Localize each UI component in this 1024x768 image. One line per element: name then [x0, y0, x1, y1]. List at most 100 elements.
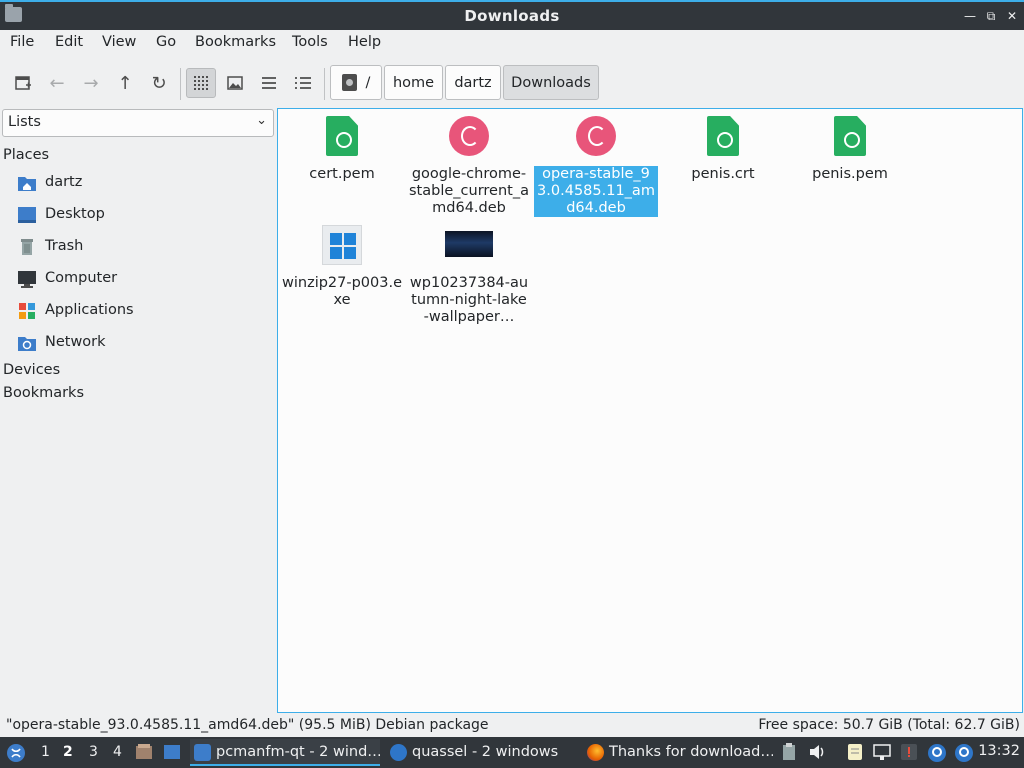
menu-file[interactable]: File — [10, 34, 34, 50]
selection-info: "opera-stable_93.0.4585.11_amd64.deb" (9… — [6, 717, 489, 733]
icon-view-icon[interactable] — [186, 68, 216, 98]
desktop-icon — [17, 206, 37, 224]
folder-icon — [194, 744, 211, 761]
file-item-winzip-exe[interactable]: winzip27-p003.exe — [280, 225, 404, 309]
close-icon[interactable]: ✕ — [1004, 8, 1020, 24]
trash-icon — [17, 238, 37, 256]
menu-bar: File Edit View Go Bookmarks Tools Help — [0, 30, 1024, 56]
volume-icon[interactable] — [808, 743, 826, 761]
computer-icon — [17, 270, 37, 288]
window-title: Downloads — [464, 7, 560, 25]
file-item-opera-deb[interactable]: opera-stable_93.0.4585.11_amd64.deb — [534, 116, 658, 217]
file-name: google-chrome-stable_current_amd64.deb — [409, 166, 529, 216]
desktop-switch-2[interactable]: 2 — [63, 744, 73, 760]
file-view[interactable]: cert.pem google-chrome-stable_current_am… — [277, 108, 1023, 713]
task-label: Thanks for download… — [609, 744, 773, 760]
sidebar-item-trash[interactable]: Trash — [14, 234, 269, 262]
file-item-google-chrome-deb[interactable]: google-chrome-stable_current_amd64.deb — [407, 116, 531, 217]
home-folder-icon — [17, 174, 37, 192]
bookmarks-heading[interactable]: Bookmarks — [3, 385, 84, 401]
file-name: cert.pem — [309, 166, 375, 182]
task-firefox[interactable]: Thanks for download… — [583, 739, 773, 766]
maximize-icon[interactable]: ⧉ — [983, 8, 999, 24]
places-heading[interactable]: Places — [3, 147, 49, 163]
menu-help[interactable]: Help — [348, 34, 381, 50]
sidebar-view-select[interactable]: Lists ⌄ — [2, 109, 274, 137]
breadcrumb-root-label: / — [365, 74, 371, 91]
menu-bookmarks[interactable]: Bookmarks — [195, 34, 276, 50]
file-name: penis.pem — [812, 166, 888, 182]
sidebar-item-label: Network — [45, 334, 106, 350]
toolbar-separator — [180, 68, 181, 100]
back-arrow-icon[interactable]: ← — [42, 68, 72, 98]
file-name: penis.crt — [691, 166, 755, 182]
certificate-file-icon — [703, 116, 743, 160]
sidebar-item-label: Desktop — [45, 206, 105, 222]
file-manager-launcher-icon[interactable] — [135, 743, 153, 761]
sidebar-item-network[interactable]: Network — [14, 330, 269, 358]
sidebar-item-label: Trash — [45, 238, 84, 254]
sidebar-item-computer[interactable]: Computer — [14, 266, 269, 294]
task-pcmanfm[interactable]: pcmanfm-qt - 2 wind… — [190, 739, 380, 766]
sidebar-item-label: dartz — [45, 174, 83, 190]
new-tab-icon[interactable] — [8, 68, 38, 98]
image-thumbnail — [445, 225, 493, 269]
applications-icon — [17, 302, 37, 320]
desktop-switch-1[interactable]: 1 — [41, 744, 50, 760]
show-desktop-icon[interactable] — [163, 743, 181, 761]
detailed-list-view-icon[interactable] — [288, 68, 318, 98]
file-item-cert-pem[interactable]: cert.pem — [280, 116, 404, 183]
forward-arrow-icon[interactable]: → — [76, 68, 106, 98]
firefox-icon — [587, 744, 604, 761]
file-item-penis-pem[interactable]: penis.pem — [788, 116, 912, 183]
clock[interactable]: 13:32 — [978, 743, 1020, 759]
drive-icon — [341, 74, 357, 91]
sidebar-view-select-value: Lists — [8, 114, 41, 130]
notes-icon[interactable] — [847, 743, 865, 761]
updates-icon[interactable] — [900, 743, 918, 761]
breadcrumb-root[interactable]: / — [330, 65, 382, 100]
sidebar-item-applications[interactable]: Applications — [14, 298, 269, 326]
taskbar: 1 2 3 4 pcmanfm-qt - 2 wind… quassel - 2… — [0, 737, 1024, 768]
task-quassel[interactable]: quassel - 2 windows — [386, 739, 574, 766]
sidebar-item-label: Computer — [45, 270, 118, 286]
quassel-tray-icon[interactable] — [927, 743, 946, 762]
clipboard-icon[interactable] — [781, 743, 799, 761]
reload-icon[interactable]: ↻ — [144, 68, 174, 98]
toolbar: ← → ↑ ↻ / home dartz Downloads — [0, 60, 1024, 106]
sidebar-item-dartz[interactable]: dartz — [14, 170, 269, 198]
menu-tools[interactable]: Tools — [292, 34, 328, 50]
desktop-switch-3[interactable]: 3 — [89, 744, 98, 760]
breadcrumb-dartz[interactable]: dartz — [445, 65, 501, 100]
up-arrow-icon[interactable]: ↑ — [110, 68, 140, 98]
devices-heading[interactable]: Devices — [3, 362, 60, 378]
quassel-client-tray-icon[interactable] — [954, 743, 973, 762]
compact-view-icon[interactable] — [254, 68, 284, 98]
minimize-icon[interactable]: — — [962, 8, 978, 24]
quassel-icon — [390, 744, 407, 761]
windows-exe-icon — [322, 225, 362, 269]
task-label: pcmanfm-qt - 2 wind… — [216, 744, 380, 760]
sidebar-item-desktop[interactable]: Desktop — [14, 202, 269, 230]
task-label: quassel - 2 windows — [412, 744, 559, 760]
file-name: opera-stable_93.0.4585.11_amd64.deb — [534, 166, 658, 217]
certificate-file-icon — [830, 116, 870, 160]
file-item-wallpaper-image[interactable]: wp10237384-autumn-night-lake-wallpaper… — [407, 225, 531, 326]
menu-view[interactable]: View — [102, 34, 136, 50]
thumbnail-view-icon[interactable] — [220, 68, 250, 98]
menu-go[interactable]: Go — [156, 34, 176, 50]
start-menu-icon[interactable] — [6, 743, 25, 762]
breadcrumb-downloads[interactable]: Downloads — [503, 65, 599, 100]
network-icon — [17, 334, 37, 352]
desktop-switch-4[interactable]: 4 — [113, 744, 122, 760]
title-bar: Downloads — ⧉ ✕ — [0, 0, 1024, 30]
debian-package-icon — [449, 116, 489, 160]
network-status-icon[interactable] — [873, 743, 891, 761]
breadcrumb-home[interactable]: home — [384, 65, 443, 100]
file-name: winzip27-p003.exe — [282, 275, 403, 308]
menu-edit[interactable]: Edit — [55, 34, 83, 50]
certificate-file-icon — [322, 116, 362, 160]
file-item-penis-crt[interactable]: penis.crt — [661, 116, 785, 183]
sidebar-item-label: Applications — [45, 302, 134, 318]
status-bar: "opera-stable_93.0.4585.11_amd64.deb" (9… — [0, 714, 1024, 736]
